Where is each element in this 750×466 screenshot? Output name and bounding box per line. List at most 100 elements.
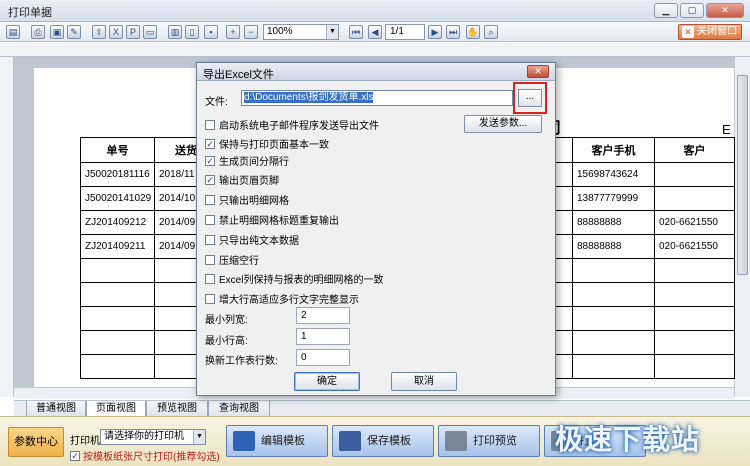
close-window-button[interactable]: ✕ xyxy=(706,3,744,18)
image-export-icon[interactable]: ▭ xyxy=(143,25,157,39)
min-row-height-label: 最小行高: xyxy=(205,336,248,347)
preview-icon[interactable]: ▣ xyxy=(50,25,64,39)
pdf-icon[interactable]: P xyxy=(126,25,140,39)
find-icon[interactable]: ⌕ xyxy=(484,25,498,39)
column-header: 客户 xyxy=(654,137,735,163)
option-label: 禁止明细网格标题重复输出 xyxy=(219,216,339,227)
file-path-value: d:\Documents\报剑发货单.xls xyxy=(244,92,374,103)
cancel-button[interactable]: 取消 xyxy=(391,372,457,391)
tab-normal-view[interactable]: 普通视图 xyxy=(26,401,86,417)
option-email[interactable]: 启动系统电子邮件程序发送导出文件 xyxy=(205,117,379,132)
page-number: 1/1 xyxy=(390,26,404,37)
vertical-ruler xyxy=(0,57,14,397)
checkbox-icon[interactable] xyxy=(205,254,215,265)
page-number-field[interactable]: 1/1 xyxy=(385,24,425,40)
save-template-button[interactable]: 保存模板 xyxy=(332,425,434,457)
ok-button[interactable]: 确定 xyxy=(294,372,360,391)
option-detail-only[interactable]: 只输出明细网格 xyxy=(205,192,289,207)
printer-label: 打印机: xyxy=(70,436,103,447)
view-tabs: 普通视图 页面视图 预览视图 查询视图 xyxy=(14,400,750,417)
option-keep-layout[interactable]: ✓ 保持与打印页面基本一致 xyxy=(205,136,329,151)
excel-icon[interactable]: X xyxy=(109,25,123,39)
zoom-in-icon[interactable]: + xyxy=(226,25,240,39)
zoom-value: 100% xyxy=(267,26,293,37)
toolbar: ▤ ⎙ ▣ ✎ ⇪ X P ▭ ▥ ▯ ▪ + − 100% ▼ ⏮ ◀ 1/1… xyxy=(0,22,750,42)
template-size-label: 按模板纸张尺寸打印(推荐勾选) xyxy=(83,452,220,463)
horizontal-ruler xyxy=(0,43,750,57)
table-cell xyxy=(654,186,735,211)
option-page-separator[interactable]: ✓ 生成页间分隔行 xyxy=(205,153,289,168)
send-params-button[interactable]: 发送参数... xyxy=(464,115,542,133)
option-label: 输出页眉页脚 xyxy=(219,176,279,187)
checkbox-icon[interactable]: ✓ xyxy=(70,450,80,461)
file-label: 文件: xyxy=(205,97,228,108)
option-header-footer[interactable]: ✓ 输出页眉页脚 xyxy=(205,172,279,187)
tools-icon[interactable]: ✎ xyxy=(67,25,81,39)
option-label: 压缩空行 xyxy=(219,256,259,267)
table-cell: ZJ201409211 xyxy=(80,234,155,259)
dialog-title-bar: 导出Excel文件 ✕ xyxy=(197,63,555,81)
checkbox-icon[interactable] xyxy=(205,214,215,225)
print-setup-icon[interactable]: ▥ xyxy=(168,25,182,39)
chevron-down-icon: ▼ xyxy=(193,430,205,444)
first-page-icon[interactable]: ⏮ xyxy=(349,25,363,39)
save-icon[interactable]: ▪ xyxy=(204,25,218,39)
page-setup-icon[interactable]: ▤ xyxy=(6,25,20,39)
report-header-right: E xyxy=(722,122,731,137)
last-page-icon[interactable]: ⏭ xyxy=(446,25,460,39)
save-template-label: 保存模板 xyxy=(367,435,411,447)
highlight-frame xyxy=(513,82,547,114)
print-icon[interactable]: ⎙ xyxy=(31,25,45,39)
zoom-out-icon[interactable]: − xyxy=(244,25,258,39)
maximize-button[interactable]: ▢ xyxy=(680,3,704,18)
prev-page-icon[interactable]: ◀ xyxy=(368,25,382,39)
template-size-option[interactable]: ✓ 按模板纸张尺寸打印(推荐勾选) xyxy=(70,448,220,463)
zoom-select[interactable]: 100% ▼ xyxy=(263,24,339,40)
option-compress-blank[interactable]: 压缩空行 xyxy=(205,252,259,267)
edit-template-button[interactable]: 编辑模板 xyxy=(226,425,328,457)
vertical-scrollbar[interactable] xyxy=(734,57,750,397)
tab-query-view[interactable]: 查询视图 xyxy=(208,401,270,417)
option-no-repeat-title[interactable]: 禁止明细网格标题重复输出 xyxy=(205,212,339,227)
checkbox-icon[interactable] xyxy=(205,273,215,284)
printer-icon xyxy=(445,431,467,451)
column-header: 单号 xyxy=(80,137,155,163)
checkbox-icon[interactable] xyxy=(205,293,215,304)
export-excel-dialog: 导出Excel文件 ✕ xyxy=(196,62,556,396)
edit-template-icon xyxy=(233,431,255,451)
option-label: 增大行高适应多行文字完整显示 xyxy=(219,295,359,306)
option-row-height[interactable]: 增大行高适应多行文字完整显示 xyxy=(205,291,359,306)
save-icon xyxy=(339,431,361,451)
checkbox-icon[interactable] xyxy=(205,119,215,130)
min-col-width-label: 最小列宽: xyxy=(205,315,248,326)
edit-template-label: 编辑模板 xyxy=(261,435,305,447)
printer-select[interactable]: 请选择你的打印机 ▼ xyxy=(100,429,206,445)
checkbox-icon[interactable]: ✓ xyxy=(205,138,215,149)
export-icon[interactable]: ⇪ xyxy=(92,25,106,39)
close-preview-button[interactable]: ✕ 关闭窗口 xyxy=(678,24,742,40)
option-plain-text[interactable]: 只导出纯文本数据 xyxy=(205,232,299,247)
next-page-icon[interactable]: ▶ xyxy=(428,25,442,39)
table-cell: 020-6621550 xyxy=(654,210,735,235)
option-excel-columns[interactable]: Excel列保持与报表的明细网格的一致 xyxy=(205,271,383,286)
dialog-close-button[interactable]: ✕ xyxy=(527,65,549,78)
min-row-height-input[interactable]: 1 xyxy=(296,328,350,345)
scroll-thumb[interactable] xyxy=(737,75,748,275)
print-preview-label: 打印预览 xyxy=(473,435,517,447)
checkbox-icon[interactable]: ✓ xyxy=(205,174,215,185)
hand-tool-icon[interactable]: ✋ xyxy=(466,25,480,39)
min-col-width-input[interactable]: 2 xyxy=(296,307,350,324)
print-preview-button[interactable]: 打印预览 xyxy=(438,425,540,457)
tab-page-view[interactable]: 页面视图 xyxy=(86,401,146,417)
param-center-button[interactable]: 参数中心 xyxy=(8,427,64,457)
checkbox-icon[interactable]: ✓ xyxy=(205,155,215,166)
option-label: 只输出明细网格 xyxy=(219,196,289,207)
checkbox-icon[interactable] xyxy=(205,234,215,245)
option-label: Excel列保持与报表的明细网格的一致 xyxy=(219,275,384,286)
page-icon[interactable]: ▯ xyxy=(185,25,199,39)
minimize-button[interactable]: ▁ xyxy=(654,3,678,18)
checkbox-icon[interactable] xyxy=(205,194,215,205)
file-path-input[interactable]: d:\Documents\报剑发货单.xls xyxy=(241,90,513,106)
tab-preview-view[interactable]: 预览视图 xyxy=(146,401,208,417)
new-sheet-rows-input[interactable]: 0 xyxy=(296,349,350,366)
